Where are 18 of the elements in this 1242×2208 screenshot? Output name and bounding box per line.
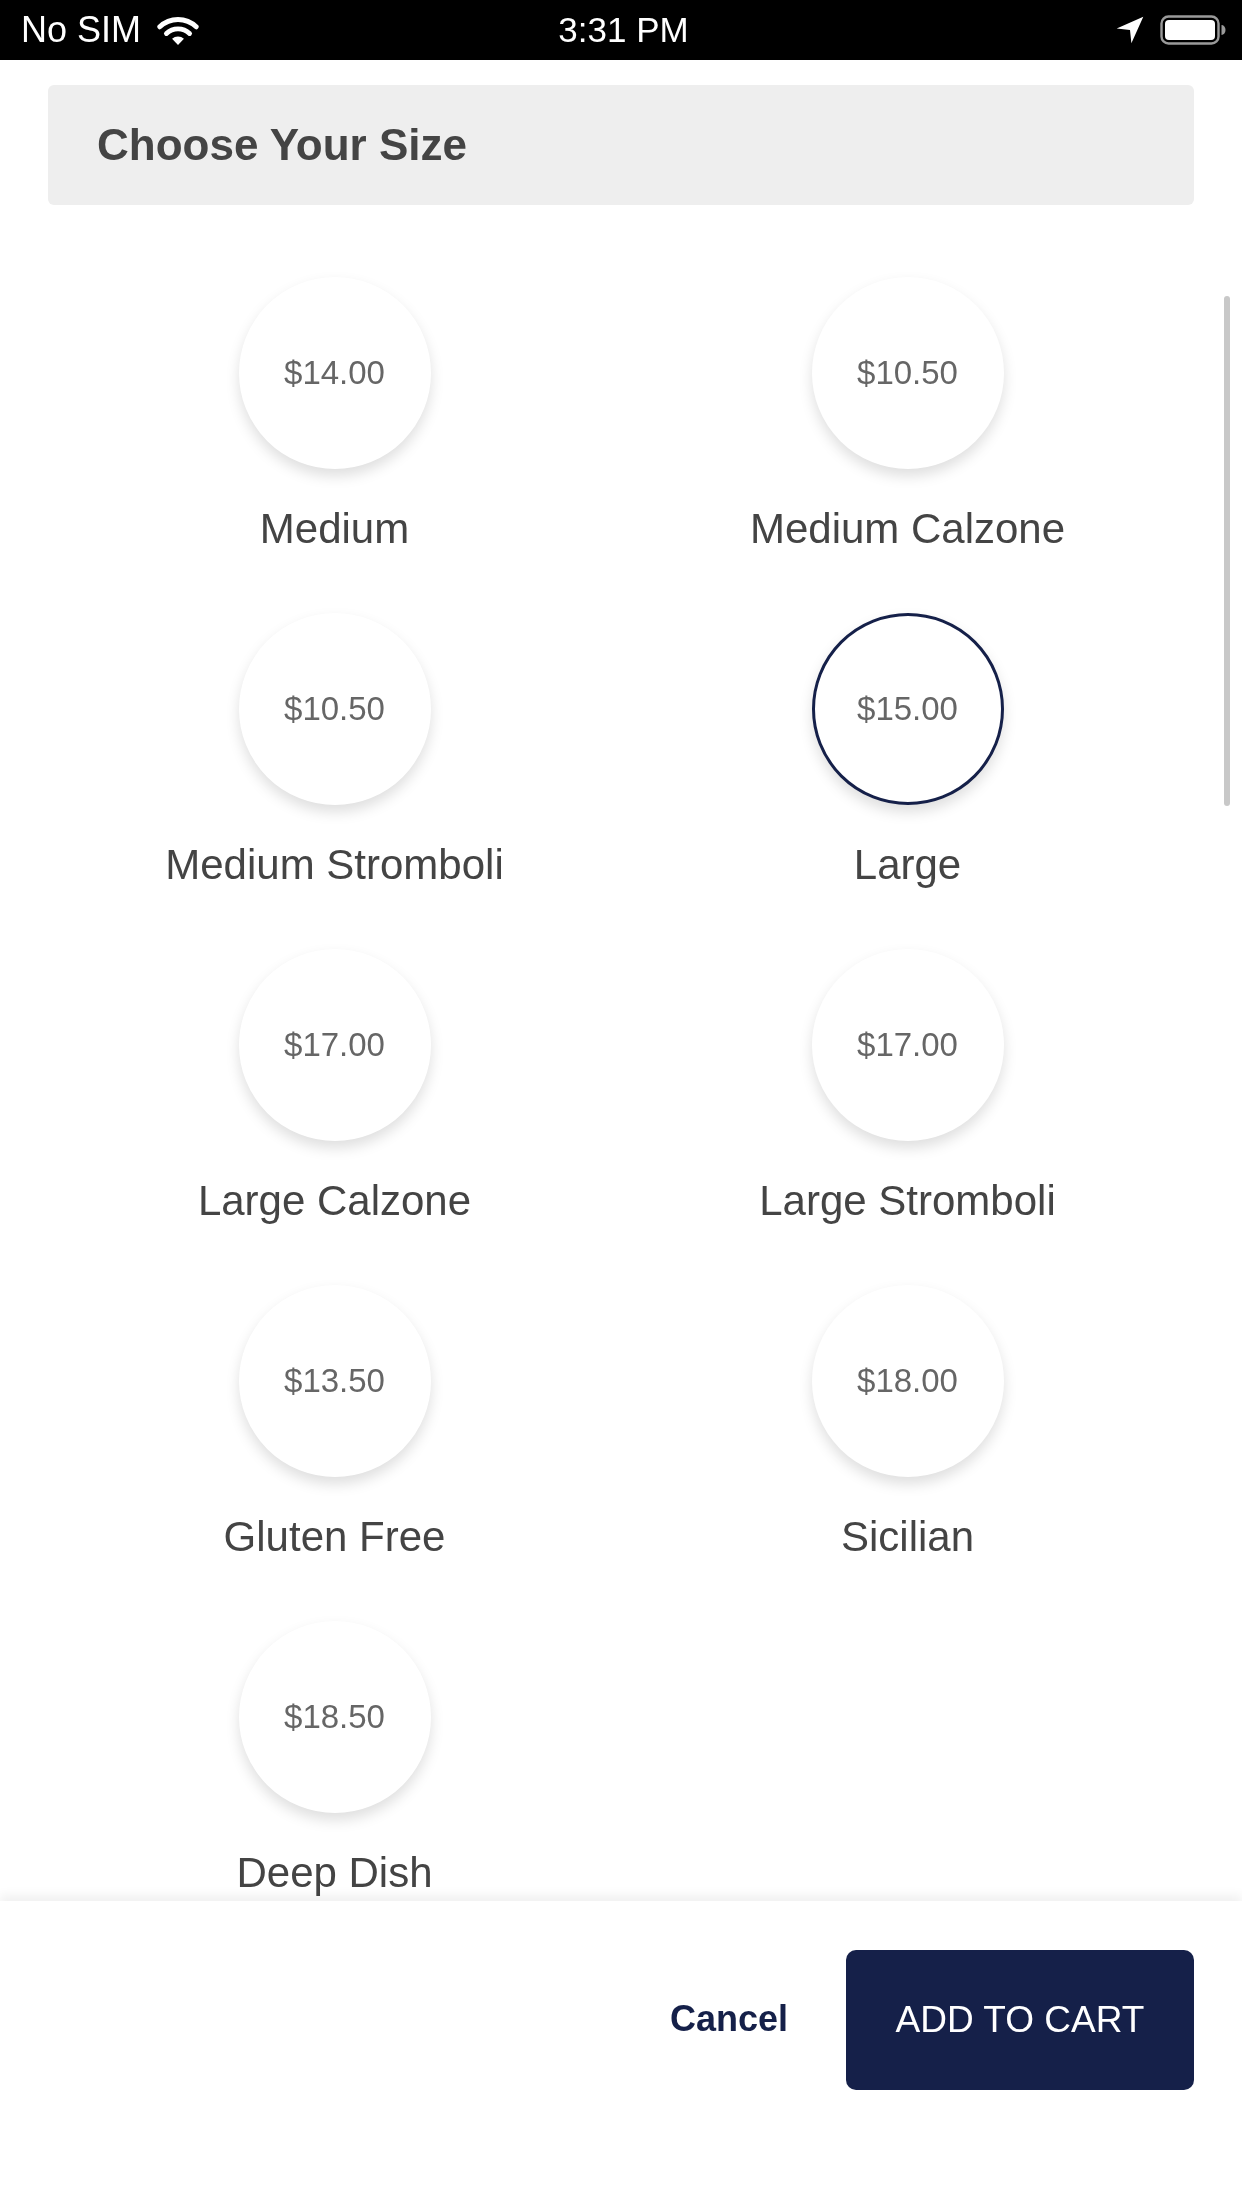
size-name: Deep Dish — [236, 1848, 433, 1898]
size-option[interactable]: $15.00 — [811, 613, 1004, 805]
clock-time: 3:31 PM — [558, 9, 689, 51]
section-title: Choose Your Size — [97, 120, 467, 170]
size-name: Medium — [259, 504, 410, 554]
size-name: Sicilian — [840, 1512, 975, 1562]
size-name: Large Calzone — [197, 1176, 472, 1226]
size-name: Medium Calzone — [749, 504, 1066, 554]
add-to-cart-button[interactable]: ADD TO CART — [846, 1950, 1194, 2090]
size-name: Medium Stromboli — [165, 840, 504, 890]
size-name: Large — [853, 840, 962, 890]
battery-icon — [1160, 15, 1226, 45]
size-name: Large Stromboli — [759, 1176, 1056, 1226]
carrier-label: No SIM — [21, 9, 142, 51]
cancel-button[interactable]: Cancel — [669, 1998, 788, 2040]
location-arrow-icon — [1116, 16, 1144, 44]
size-name: Gluten Free — [223, 1512, 446, 1562]
wifi-icon — [157, 14, 200, 46]
